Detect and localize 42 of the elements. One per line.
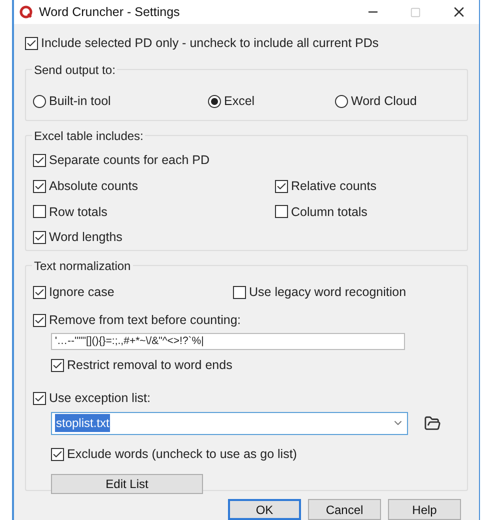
checkbox-label: Use legacy word recognition xyxy=(249,284,406,301)
checkbox[interactable] xyxy=(33,231,46,244)
checkbox-label: Absolute counts xyxy=(49,178,138,195)
radio-label: Built-in tool xyxy=(49,92,111,110)
checkbox[interactable] xyxy=(25,37,38,50)
edit-list-button[interactable]: Edit List xyxy=(51,474,203,494)
checkbox[interactable] xyxy=(33,314,46,327)
radio-label: Excel xyxy=(224,92,255,110)
open-folder-icon[interactable] xyxy=(424,414,441,432)
radio-button[interactable] xyxy=(208,94,221,108)
checkbox[interactable] xyxy=(33,286,46,299)
checkbox-label: Word lengths xyxy=(49,229,122,246)
dialog-button[interactable]: Help xyxy=(388,499,461,520)
remove-characters-field[interactable]: '…--''""[](){}=:;.,#+*~\/&"^<>!?`%| xyxy=(51,332,405,350)
checkbox-label: Restrict removal to word ends xyxy=(67,357,232,374)
checkbox[interactable] xyxy=(233,286,246,299)
checkbox[interactable] xyxy=(33,205,46,218)
dialog-button[interactable]: Cancel xyxy=(308,499,381,520)
checkbox[interactable] xyxy=(51,359,64,372)
exception-list-dropdown[interactable]: stoplist.txt xyxy=(51,412,408,435)
app-logo-icon xyxy=(19,5,33,20)
checkbox-label: Exclude words (uncheck to use as go list) xyxy=(67,446,297,463)
checkbox-label: Column totals xyxy=(291,204,368,220)
dialog-button[interactable]: OK xyxy=(228,499,301,520)
checkbox-label: Use exception list: xyxy=(49,390,150,407)
checkbox[interactable] xyxy=(275,205,288,218)
checkbox-label: Relative counts xyxy=(291,178,376,195)
radio-label: Word Cloud xyxy=(351,92,417,110)
checkbox[interactable] xyxy=(33,392,46,405)
checkbox-label: Remove from text before counting: xyxy=(49,312,241,329)
checkbox-label: Separate counts for each PD xyxy=(49,152,210,169)
window-title: Word Cruncher - Settings xyxy=(39,4,180,21)
checkbox-label: Ignore case xyxy=(49,284,114,301)
checkbox[interactable] xyxy=(33,180,46,193)
checkbox-label: Row totals xyxy=(49,204,108,220)
checkbox-label: Include selected PD only - uncheck to include all current PDs xyxy=(41,35,379,52)
checkbox[interactable] xyxy=(33,154,46,167)
checkbox[interactable] xyxy=(51,448,64,461)
radio-button[interactable] xyxy=(335,94,348,108)
dropdown-value: stoplist.txt xyxy=(55,414,110,432)
radio-button[interactable] xyxy=(33,94,46,108)
checkbox[interactable] xyxy=(275,180,288,193)
